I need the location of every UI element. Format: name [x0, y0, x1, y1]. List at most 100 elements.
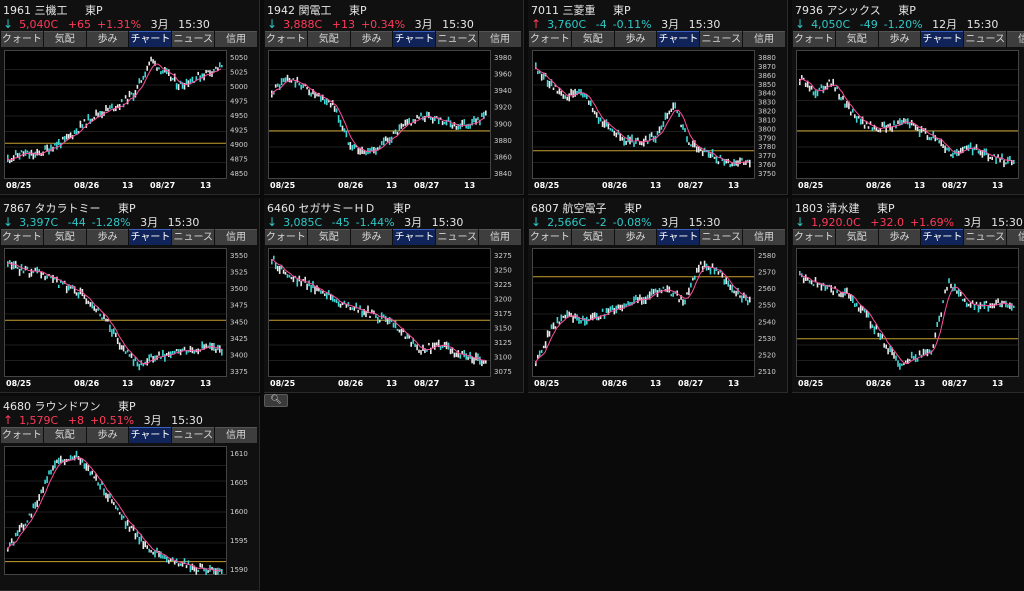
- tab-1[interactable]: 気配: [43, 229, 86, 245]
- candle: [171, 78, 174, 81]
- tab-0[interactable]: クォート: [265, 31, 307, 47]
- stock-panel-1803[interactable]: 1803 清水建 東P ↓ 1,920.0C +32.0 +1.69% 3月 15:…: [792, 198, 1024, 393]
- candle: [686, 136, 688, 143]
- price-chart[interactable]: 5050 5025 5000 4975 4950 4925 4900 4875 4850 08/2…: [4, 50, 258, 190]
- candle: [201, 341, 203, 349]
- price-chart[interactable]: 3980 3960 3940 3920 3900 3880 3860 3840 08/25 08/…: [268, 50, 522, 190]
- stock-panel-1942[interactable]: 1942 関電工 東P ↓ 3,888C +13 +0.34% 3月 15:30 ク…: [264, 0, 524, 195]
- tab-1[interactable]: 気配: [307, 31, 350, 47]
- tab-4[interactable]: ニュース: [172, 31, 215, 47]
- tab-0[interactable]: クォート: [1, 427, 43, 443]
- tab-0[interactable]: クォート: [1, 31, 43, 47]
- candle: [747, 159, 749, 163]
- tab-2[interactable]: 歩み: [878, 229, 921, 245]
- stock-panel-7936[interactable]: 7936 アシックス 東P ↓ 4,050C -49 -1.20% 12月 15:3…: [792, 0, 1024, 195]
- tab-2[interactable]: 歩み: [86, 31, 129, 47]
- candle: [75, 292, 78, 296]
- tab-5[interactable]: 信用: [743, 229, 785, 245]
- tab-0[interactable]: クォート: [1, 229, 43, 245]
- candle: [682, 299, 684, 306]
- stock-panel-6807[interactable]: 6807 航空電子 東P ↓ 2,566C -2 -0.08% 3月 15:30 ク…: [528, 198, 788, 393]
- tab-4[interactable]: ニュース: [436, 31, 479, 47]
- candle: [830, 285, 832, 293]
- panel-tab-bar: クォート気配歩みチャートニュース信用: [529, 31, 786, 47]
- candle: [138, 363, 141, 371]
- price-chart[interactable]: 08/25 08/26 13 08/27 13: [796, 248, 1024, 388]
- tab-3[interactable]: チャート: [921, 31, 964, 47]
- candle: [678, 112, 680, 117]
- price-chart[interactable]: 08/25 08/26 13 08/27 13: [796, 50, 1024, 190]
- tab-4[interactable]: ニュース: [700, 229, 743, 245]
- tab-0[interactable]: クォート: [793, 31, 835, 47]
- candle: [353, 144, 356, 149]
- tab-4[interactable]: ニュース: [436, 229, 479, 245]
- tab-0[interactable]: クォート: [529, 31, 571, 47]
- candle: [859, 305, 862, 314]
- y-tick-label: 3840: [758, 90, 776, 98]
- stock-panel-7011[interactable]: 7011 三菱重 東P ↑ 3,760C -4 -0.11% 3月 15:30 クォ…: [528, 0, 788, 195]
- tab-3[interactable]: チャート: [129, 31, 172, 47]
- tab-3[interactable]: チャート: [393, 31, 436, 47]
- stock-panel-6460[interactable]: 6460 セガサミーＨＤ 東P ↓ 3,085C -45 -1.44% 3月 15:…: [264, 198, 524, 393]
- tab-3[interactable]: チャート: [129, 229, 172, 245]
- tab-5[interactable]: 信用: [479, 31, 521, 47]
- tab-0[interactable]: クォート: [529, 229, 571, 245]
- price-chart[interactable]: 3275 3250 3225 3200 3175 3150 3125 3100 3075 08/2…: [268, 248, 522, 388]
- tab-4[interactable]: ニュース: [964, 31, 1007, 47]
- tab-1[interactable]: 気配: [835, 229, 878, 245]
- candle: [897, 360, 899, 367]
- tab-5[interactable]: 信用: [1007, 31, 1024, 47]
- candle: [963, 146, 966, 149]
- x-tick-label: 08/25: [270, 379, 296, 388]
- candle: [609, 128, 612, 131]
- tab-0[interactable]: クォート: [265, 229, 307, 245]
- tab-3[interactable]: チャート: [657, 229, 700, 245]
- tab-1[interactable]: 気配: [835, 31, 878, 47]
- candle: [455, 352, 458, 357]
- tab-2[interactable]: 歩み: [614, 229, 657, 245]
- tab-2[interactable]: 歩み: [86, 229, 129, 245]
- stock-panel-7867[interactable]: 7867 タカラトミー 東P ↓ 3,397C -44 -1.28% 3月 15:3…: [0, 198, 260, 393]
- candle: [662, 286, 665, 289]
- tab-1[interactable]: 気配: [571, 229, 614, 245]
- price-chart[interactable]: 3550 3525 3500 3475 3450 3425 3400 3375 08/25 08/…: [4, 248, 258, 388]
- tab-3[interactable]: チャート: [921, 229, 964, 245]
- y-tick-label: 2560: [758, 285, 776, 293]
- tab-1[interactable]: 気配: [43, 427, 86, 443]
- candle: [662, 121, 665, 127]
- contract-month: 3月: [661, 18, 680, 31]
- tab-3[interactable]: チャート: [129, 427, 172, 443]
- tab-4[interactable]: ニュース: [172, 229, 215, 245]
- tab-1[interactable]: 気配: [571, 31, 614, 47]
- tab-1[interactable]: 気配: [43, 31, 86, 47]
- candle: [215, 568, 217, 575]
- tab-5[interactable]: 信用: [1007, 229, 1024, 245]
- tab-4[interactable]: ニュース: [172, 427, 215, 443]
- tab-5[interactable]: 信用: [743, 31, 785, 47]
- tab-0[interactable]: クォート: [793, 229, 835, 245]
- x-tick-label: 13: [464, 181, 475, 190]
- tab-5[interactable]: 信用: [215, 229, 257, 245]
- tab-2[interactable]: 歩み: [614, 31, 657, 47]
- tab-3[interactable]: チャート: [393, 229, 436, 245]
- tab-4[interactable]: ニュース: [700, 31, 743, 47]
- tab-2[interactable]: 歩み: [350, 229, 393, 245]
- tab-1[interactable]: 気配: [307, 229, 350, 245]
- price-chart[interactable]: 3880 3870 3860 3850 3840 3830 3820 3810 3800 3790…: [532, 50, 786, 190]
- stock-panel-4680[interactable]: 4680 ラウンドワン 東P ↑ 1,579C +8 +0.51% 3月 15:30…: [0, 396, 260, 591]
- tab-5[interactable]: 信用: [215, 31, 257, 47]
- tab-2[interactable]: 歩み: [350, 31, 393, 47]
- search-button[interactable]: 🔍︎: [264, 394, 288, 407]
- price-chart[interactable]: 1610 1605 1600 1595 1590: [4, 446, 258, 586]
- tab-2[interactable]: 歩み: [878, 31, 921, 47]
- candle: [171, 351, 174, 354]
- stock-panel-1961[interactable]: 1961 三機工 東P ↓ 5,040C +65 +1.31% 3月 15:30 ク…: [0, 0, 260, 195]
- candle: [337, 301, 340, 307]
- candle: [698, 264, 700, 273]
- tab-5[interactable]: 信用: [215, 427, 257, 443]
- price-chart[interactable]: 2580 2570 2560 2550 2540 2530 2520 2510 08/25 08/…: [532, 248, 786, 388]
- tab-5[interactable]: 信用: [479, 229, 521, 245]
- tab-4[interactable]: ニュース: [964, 229, 1007, 245]
- tab-3[interactable]: チャート: [657, 31, 700, 47]
- tab-2[interactable]: 歩み: [86, 427, 129, 443]
